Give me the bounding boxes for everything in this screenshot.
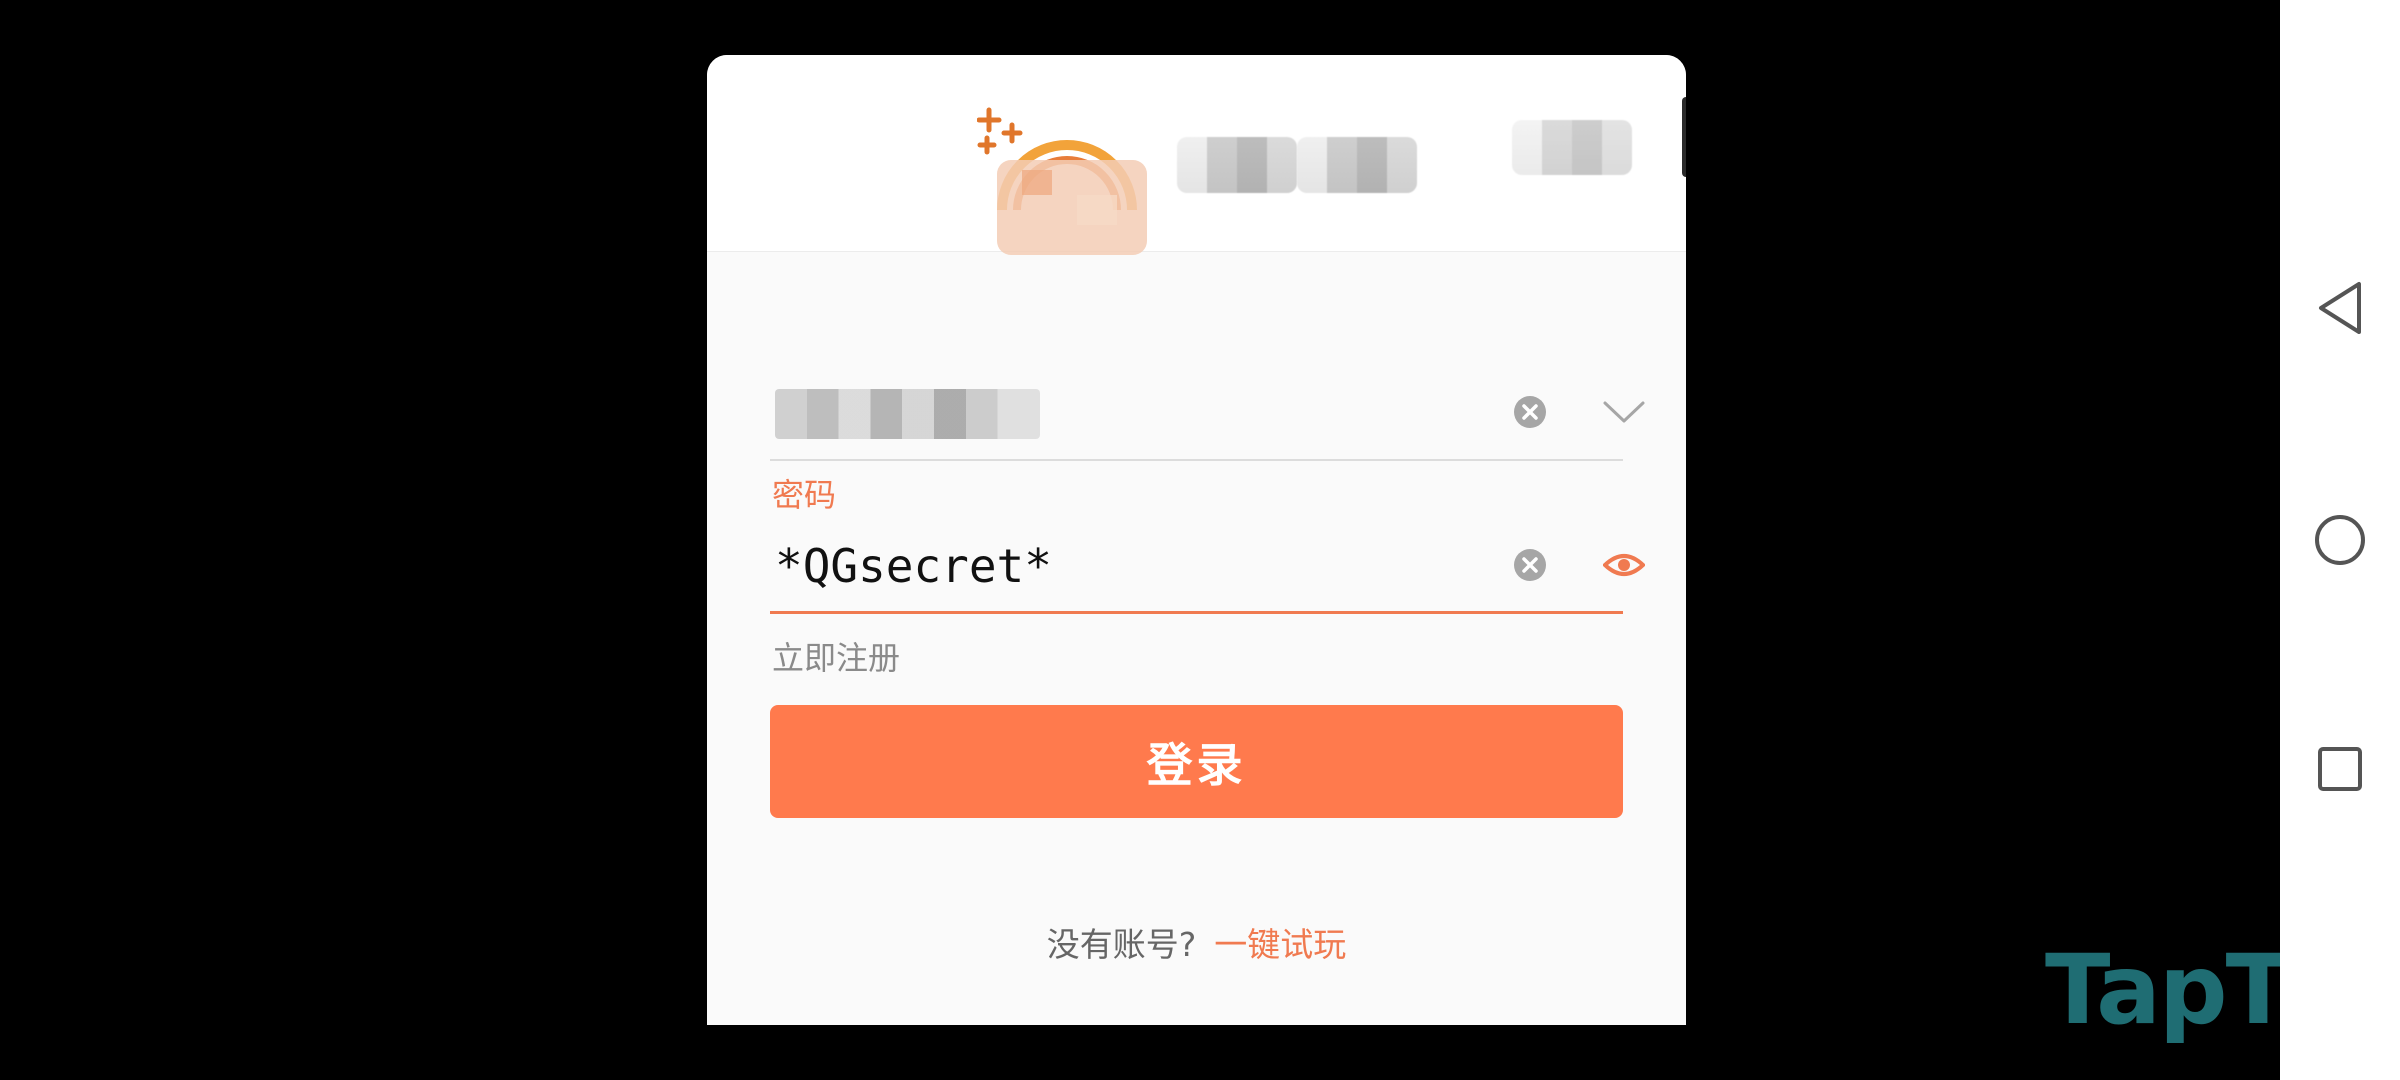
chevron-down-icon[interactable] [1600,388,1648,436]
screen: 密码 *QGsecret* 立即注册 登录 没有账号? 一键试玩 TapT [0,0,2400,1080]
back-triangle-icon[interactable] [2310,278,2370,338]
clear-icon[interactable] [1506,388,1554,436]
password-field[interactable]: *QGsecret* [770,519,1645,614]
dialog-header [707,55,1686,255]
login-dialog: 密码 *QGsecret* 立即注册 登录 没有账号? 一键试玩 [707,55,1686,1025]
no-account-text: 没有账号? [1046,925,1197,964]
password-label: 密码 [772,476,837,514]
home-circle-icon[interactable] [2310,510,2370,570]
eye-icon[interactable] [1600,541,1648,589]
header-text-blurred [1512,120,1632,175]
title-text-blurred [1297,137,1417,193]
clear-icon[interactable] [1506,541,1554,589]
account-value-blurred [775,389,1040,439]
one-click-trial-link[interactable]: 一键试玩 [1214,925,1346,964]
taptap-watermark: TapTap [2045,934,2280,1046]
account-field[interactable] [770,335,1645,461]
title-text-blurred [1177,137,1297,193]
password-input[interactable]: *QGsecret* [775,537,1052,595]
game-logo [977,107,1147,255]
side-collapse-handle[interactable] [1682,97,1686,177]
recent-square-icon[interactable] [2310,739,2370,799]
footer-trial-prompt: 没有账号? 一键试玩 [707,923,1686,967]
register-link[interactable]: 立即注册 [772,638,900,678]
system-navigation-bar [2280,0,2400,1080]
login-button[interactable]: 登录 [770,705,1623,818]
